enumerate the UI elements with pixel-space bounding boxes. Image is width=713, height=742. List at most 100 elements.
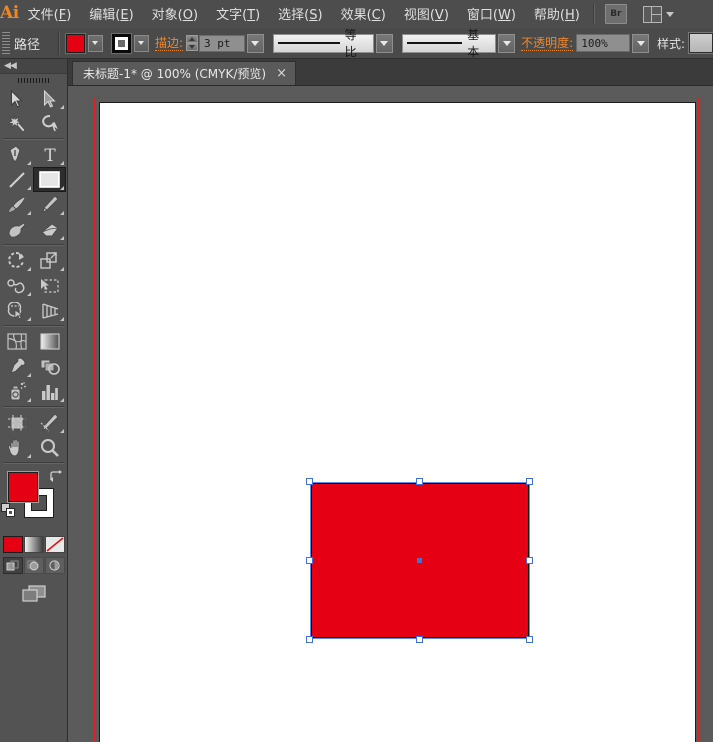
slice-tool-icon[interactable] xyxy=(33,410,66,435)
tool-flyout-indicator[interactable] xyxy=(27,211,31,215)
gradient-tool-icon[interactable] xyxy=(33,329,66,354)
collapse-panel-icon[interactable]: ◀◀ xyxy=(4,61,17,71)
fill-color-control[interactable] xyxy=(65,33,103,53)
eyedropper-tool-icon[interactable] xyxy=(0,354,33,379)
tool-flyout-indicator[interactable] xyxy=(27,267,31,271)
menu-effect[interactable]: 效果(C) xyxy=(332,0,395,28)
graphic-style-swatch[interactable] xyxy=(689,33,713,53)
blend-tool-icon[interactable] xyxy=(33,354,66,379)
selection-handle-top-left[interactable] xyxy=(306,478,313,485)
tool-flyout-indicator[interactable] xyxy=(27,317,31,321)
default-stroke-swatch[interactable] xyxy=(6,508,15,517)
draw-normal-button[interactable] xyxy=(2,557,23,574)
variable-width-dropdown-button[interactable] xyxy=(375,33,393,53)
none-mode-button[interactable] xyxy=(44,536,65,553)
paintbrush-tool-icon[interactable] xyxy=(0,192,33,217)
brush-definition-control[interactable]: 基本 xyxy=(401,28,516,59)
mesh-tool-icon[interactable] xyxy=(0,329,33,354)
go-to-bridge-button[interactable]: Br xyxy=(604,4,627,24)
artboard-tool-icon[interactable] xyxy=(0,410,33,435)
close-icon[interactable]: × xyxy=(276,67,287,81)
perspective-grid-tool-icon[interactable] xyxy=(33,298,66,323)
menu-object[interactable]: 对象(O) xyxy=(143,0,207,28)
tool-flyout-indicator[interactable] xyxy=(27,161,31,165)
width-tool-icon[interactable] xyxy=(0,273,33,298)
tool-flyout-indicator[interactable] xyxy=(27,398,31,402)
draw-inside-button[interactable] xyxy=(44,557,65,574)
selection-handle-middle-right[interactable] xyxy=(526,557,533,564)
artboard[interactable] xyxy=(99,102,696,742)
menu-help[interactable]: 帮助(H) xyxy=(525,0,589,28)
change-screen-mode-button[interactable] xyxy=(21,584,47,604)
free-transform-tool-icon[interactable] xyxy=(33,273,66,298)
selection-handle-bottom-left[interactable] xyxy=(306,636,313,643)
selection-handle-bottom-center[interactable] xyxy=(416,636,423,643)
tool-flyout-indicator[interactable] xyxy=(60,317,64,321)
stroke-swatch[interactable] xyxy=(111,33,131,53)
stroke-weight-stepper[interactable] xyxy=(186,35,199,51)
eraser-tool-icon[interactable] xyxy=(33,217,66,242)
line-segment-tool-icon[interactable] xyxy=(0,167,33,192)
menu-window[interactable]: 窗口(W) xyxy=(458,0,525,28)
tool-flyout-indicator[interactable] xyxy=(27,292,31,296)
tool-flyout-indicator[interactable] xyxy=(27,373,31,377)
column-graph-tool-icon[interactable] xyxy=(33,379,66,404)
selection-handle-top-right[interactable] xyxy=(526,478,533,485)
stroke-weight-dropdown-button[interactable] xyxy=(246,33,264,53)
control-bar-grip[interactable] xyxy=(2,32,10,54)
canvas-area[interactable] xyxy=(68,86,713,742)
opacity-input[interactable]: 100% xyxy=(576,34,631,52)
tools-panel-header[interactable]: ◀◀ xyxy=(0,59,67,74)
zoom-tool-icon[interactable] xyxy=(33,435,66,460)
document-tab[interactable]: 未标题-1* @ 100% (CMYK/预览) × xyxy=(72,61,296,85)
tool-flyout-indicator[interactable] xyxy=(60,211,64,215)
tool-flyout-indicator[interactable] xyxy=(60,236,64,240)
fill-color-swatch[interactable] xyxy=(8,472,38,502)
draw-behind-button[interactable] xyxy=(23,557,44,574)
opacity-label[interactable]: 不透明度: xyxy=(521,36,574,51)
tool-flyout-indicator[interactable] xyxy=(60,105,64,109)
tool-flyout-indicator[interactable] xyxy=(60,161,64,165)
menu-view[interactable]: 视图(V) xyxy=(395,0,458,28)
menu-type[interactable]: 文字(T) xyxy=(207,0,269,28)
tool-flyout-indicator[interactable] xyxy=(60,186,64,190)
tools-panel-grip[interactable] xyxy=(0,74,67,86)
selection-handle-middle-left[interactable] xyxy=(306,557,313,564)
shape-builder-tool-icon[interactable] xyxy=(0,298,33,323)
stroke-weight-input[interactable]: 3 pt xyxy=(199,34,245,52)
direct-selection-tool-icon[interactable] xyxy=(33,86,66,111)
stepper-up-button[interactable] xyxy=(186,35,199,43)
brush-dropdown-button[interactable] xyxy=(498,33,516,53)
workspace-switcher-button[interactable] xyxy=(642,5,674,23)
fill-swatch[interactable] xyxy=(65,33,85,53)
tool-flyout-indicator[interactable] xyxy=(60,267,64,271)
pen-tool-icon[interactable] xyxy=(0,142,33,167)
type-tool-icon[interactable]: T xyxy=(33,142,66,167)
swap-fill-stroke-icon[interactable] xyxy=(49,470,63,482)
hand-tool-icon[interactable] xyxy=(0,435,33,460)
brush-definition-face[interactable]: 基本 xyxy=(401,28,497,59)
menu-edit[interactable]: 编辑(E) xyxy=(80,0,142,28)
selection-handle-top-center[interactable] xyxy=(416,478,423,485)
tool-flyout-indicator[interactable] xyxy=(27,186,31,190)
tool-flyout-indicator[interactable] xyxy=(60,398,64,402)
blob-brush-tool-icon[interactable] xyxy=(0,217,33,242)
color-mode-button[interactable] xyxy=(2,536,23,553)
fill-dropdown-button[interactable] xyxy=(87,34,103,52)
menu-file[interactable]: 文件(F) xyxy=(19,0,81,28)
opacity-dropdown-button[interactable] xyxy=(632,33,649,53)
gradient-mode-button[interactable] xyxy=(23,536,44,553)
lasso-tool-icon[interactable] xyxy=(33,111,66,136)
scale-tool-icon[interactable] xyxy=(33,248,66,273)
rotate-tool-icon[interactable] xyxy=(0,248,33,273)
selection-handle-bottom-right[interactable] xyxy=(526,636,533,643)
pencil-tool-icon[interactable] xyxy=(33,192,66,217)
magic-wand-tool-icon[interactable] xyxy=(0,111,33,136)
symbol-sprayer-tool-icon[interactable] xyxy=(0,379,33,404)
menu-select[interactable]: 选择(S) xyxy=(269,0,331,28)
stroke-weight-label[interactable]: 描边: xyxy=(154,36,184,51)
tool-flyout-indicator[interactable] xyxy=(27,454,31,458)
tool-flyout-indicator[interactable] xyxy=(60,429,64,433)
selection-tool-icon[interactable] xyxy=(0,86,33,111)
variable-width-profile-control[interactable]: 等比 xyxy=(272,28,393,59)
